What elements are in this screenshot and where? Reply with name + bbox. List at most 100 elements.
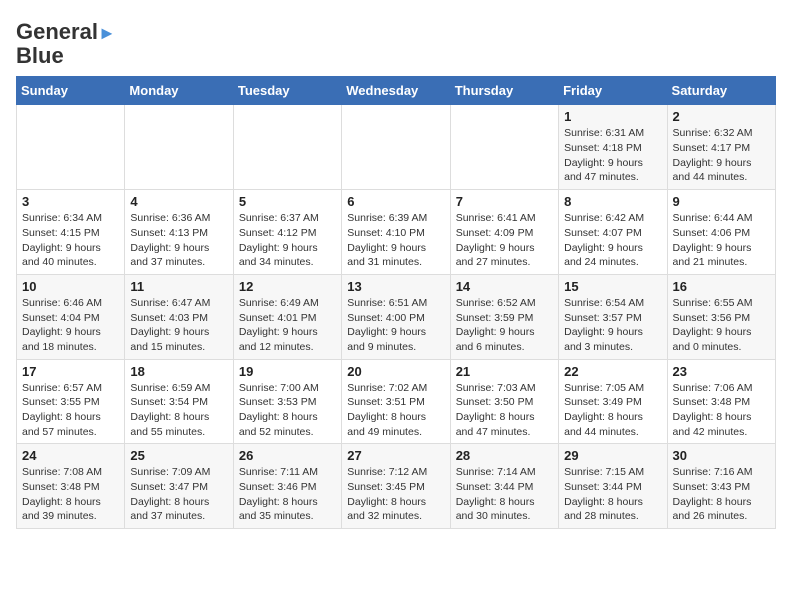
day-info: Sunrise: 6:39 AMSunset: 4:10 PMDaylight:… bbox=[347, 211, 444, 270]
calendar-day-cell: 29Sunrise: 7:15 AMSunset: 3:44 PMDayligh… bbox=[559, 444, 667, 529]
day-info: Sunrise: 7:14 AMSunset: 3:44 PMDaylight:… bbox=[456, 465, 553, 524]
calendar-day-cell: 8 Sunrise: 6:42 AMSunset: 4:07 PMDaylight… bbox=[559, 190, 667, 275]
day-number: 27 bbox=[347, 448, 444, 463]
day-number: 3 bbox=[22, 194, 119, 209]
day-info: Sunrise: 7:11 AMSunset: 3:46 PMDaylight:… bbox=[239, 465, 336, 524]
day-info: Sunrise: 6:57 AMSunset: 3:55 PMDaylight:… bbox=[22, 381, 119, 440]
day-number: 2 bbox=[673, 109, 770, 124]
calendar-day-cell: 17 Sunrise: 6:57 AMSunset: 3:55 PMDayligh… bbox=[17, 359, 125, 444]
logo: General►Blue bbox=[16, 20, 116, 68]
calendar-day-cell: 9 Sunrise: 6:44 AMSunset: 4:06 PMDaylight… bbox=[667, 190, 775, 275]
day-number: 20 bbox=[347, 364, 444, 379]
weekday-header: Friday bbox=[559, 77, 667, 105]
day-info: Sunrise: 6:49 AMSunset: 4:01 PMDaylight:… bbox=[239, 296, 336, 355]
calendar-week-row: 3Sunrise: 6:34 AMSunset: 4:15 PMDaylight… bbox=[17, 190, 776, 275]
calendar-day-cell: 14Sunrise: 6:52 AMSunset: 3:59 PMDayligh… bbox=[450, 274, 558, 359]
day-info: Sunrise: 7:00 AMSunset: 3:53 PMDaylight:… bbox=[239, 381, 336, 440]
day-number: 30 bbox=[673, 448, 770, 463]
calendar-day-cell: 3Sunrise: 6:34 AMSunset: 4:15 PMDaylight… bbox=[17, 190, 125, 275]
day-number: 8 bbox=[564, 194, 661, 209]
weekday-header: Monday bbox=[125, 77, 233, 105]
day-info: Sunrise: 6:42 AMSunset: 4:07 PMDaylight:… bbox=[564, 211, 661, 270]
day-number: 24 bbox=[22, 448, 119, 463]
calendar-week-row: 17 Sunrise: 6:57 AMSunset: 3:55 PMDayligh… bbox=[17, 359, 776, 444]
calendar-day-cell: 20 Sunrise: 7:02 AMSunset: 3:51 PMDayligh… bbox=[342, 359, 450, 444]
day-number: 25 bbox=[130, 448, 227, 463]
day-info: Sunrise: 7:06 AMSunset: 3:48 PMDaylight:… bbox=[673, 381, 770, 440]
calendar-day-cell: 11 Sunrise: 6:47 AMSunset: 4:03 PMDayligh… bbox=[125, 274, 233, 359]
calendar-day-cell: 12 Sunrise: 6:49 AMSunset: 4:01 PMDayligh… bbox=[233, 274, 341, 359]
weekday-header: Thursday bbox=[450, 77, 558, 105]
day-info: Sunrise: 6:47 AMSunset: 4:03 PMDaylight:… bbox=[130, 296, 227, 355]
calendar-day-cell: 1 Sunrise: 6:31 AMSunset: 4:18 PMDaylight… bbox=[559, 105, 667, 190]
day-info: Sunrise: 6:37 AMSunset: 4:12 PMDaylight:… bbox=[239, 211, 336, 270]
calendar-table: SundayMondayTuesdayWednesdayThursdayFrid… bbox=[16, 76, 776, 529]
day-info: Sunrise: 6:51 AMSunset: 4:00 PMDaylight:… bbox=[347, 296, 444, 355]
day-number: 6 bbox=[347, 194, 444, 209]
calendar-day-cell: 2Sunrise: 6:32 AMSunset: 4:17 PMDaylight… bbox=[667, 105, 775, 190]
calendar-day-cell: 28 Sunrise: 7:14 AMSunset: 3:44 PMDayligh… bbox=[450, 444, 558, 529]
calendar-day-cell bbox=[233, 105, 341, 190]
calendar-day-cell: 15 Sunrise: 6:54 AMSunset: 3:57 PMDayligh… bbox=[559, 274, 667, 359]
calendar-day-cell: 5 Sunrise: 6:37 AMSunset: 4:12 PMDaylight… bbox=[233, 190, 341, 275]
header: General►Blue bbox=[16, 16, 776, 68]
day-number: 23 bbox=[673, 364, 770, 379]
day-info: Sunrise: 6:54 AMSunset: 3:57 PMDaylight:… bbox=[564, 296, 661, 355]
calendar-day-cell: 27Sunrise: 7:12 AMSunset: 3:45 PMDayligh… bbox=[342, 444, 450, 529]
day-number: 5 bbox=[239, 194, 336, 209]
weekday-header: Wednesday bbox=[342, 77, 450, 105]
day-number: 16 bbox=[673, 279, 770, 294]
day-number: 1 bbox=[564, 109, 661, 124]
calendar-day-cell: 25 Sunrise: 7:09 AMSunset: 3:47 PMDayligh… bbox=[125, 444, 233, 529]
day-number: 19 bbox=[239, 364, 336, 379]
calendar-day-cell: 7 Sunrise: 6:41 AMSunset: 4:09 PMDaylight… bbox=[450, 190, 558, 275]
calendar-week-row: 1 Sunrise: 6:31 AMSunset: 4:18 PMDaylight… bbox=[17, 105, 776, 190]
day-info: Sunrise: 6:59 AMSunset: 3:54 PMDaylight:… bbox=[130, 381, 227, 440]
day-number: 7 bbox=[456, 194, 553, 209]
day-info: Sunrise: 7:16 AMSunset: 3:43 PMDaylight:… bbox=[673, 465, 770, 524]
logo-text: General►Blue bbox=[16, 20, 116, 68]
day-number: 13 bbox=[347, 279, 444, 294]
day-info: Sunrise: 6:52 AMSunset: 3:59 PMDaylight:… bbox=[456, 296, 553, 355]
day-number: 22 bbox=[564, 364, 661, 379]
day-info: Sunrise: 7:08 AMSunset: 3:48 PMDaylight:… bbox=[22, 465, 119, 524]
day-number: 17 bbox=[22, 364, 119, 379]
calendar-day-cell: 10Sunrise: 6:46 AMSunset: 4:04 PMDayligh… bbox=[17, 274, 125, 359]
calendar-week-row: 24 Sunrise: 7:08 AMSunset: 3:48 PMDayligh… bbox=[17, 444, 776, 529]
calendar-day-cell: 22 Sunrise: 7:05 AMSunset: 3:49 PMDayligh… bbox=[559, 359, 667, 444]
day-number: 11 bbox=[130, 279, 227, 294]
calendar-week-row: 10Sunrise: 6:46 AMSunset: 4:04 PMDayligh… bbox=[17, 274, 776, 359]
calendar-day-cell: 4 Sunrise: 6:36 AMSunset: 4:13 PMDaylight… bbox=[125, 190, 233, 275]
calendar-day-cell bbox=[125, 105, 233, 190]
day-number: 9 bbox=[673, 194, 770, 209]
day-info: Sunrise: 6:46 AMSunset: 4:04 PMDaylight:… bbox=[22, 296, 119, 355]
calendar-day-cell: 30 Sunrise: 7:16 AMSunset: 3:43 PMDayligh… bbox=[667, 444, 775, 529]
day-number: 28 bbox=[456, 448, 553, 463]
day-info: Sunrise: 7:03 AMSunset: 3:50 PMDaylight:… bbox=[456, 381, 553, 440]
day-number: 15 bbox=[564, 279, 661, 294]
day-info: Sunrise: 6:44 AMSunset: 4:06 PMDaylight:… bbox=[673, 211, 770, 270]
calendar-day-cell bbox=[17, 105, 125, 190]
day-number: 4 bbox=[130, 194, 227, 209]
day-info: Sunrise: 6:55 AMSunset: 3:56 PMDaylight:… bbox=[673, 296, 770, 355]
day-number: 12 bbox=[239, 279, 336, 294]
day-number: 18 bbox=[130, 364, 227, 379]
day-info: Sunrise: 7:09 AMSunset: 3:47 PMDaylight:… bbox=[130, 465, 227, 524]
calendar-day-cell: 26 Sunrise: 7:11 AMSunset: 3:46 PMDayligh… bbox=[233, 444, 341, 529]
day-info: Sunrise: 6:36 AMSunset: 4:13 PMDaylight:… bbox=[130, 211, 227, 270]
calendar-day-cell: 6 Sunrise: 6:39 AMSunset: 4:10 PMDaylight… bbox=[342, 190, 450, 275]
day-info: Sunrise: 6:31 AMSunset: 4:18 PMDaylight:… bbox=[564, 126, 661, 185]
weekday-header-row: SundayMondayTuesdayWednesdayThursdayFrid… bbox=[17, 77, 776, 105]
calendar-day-cell: 13 Sunrise: 6:51 AMSunset: 4:00 PMDayligh… bbox=[342, 274, 450, 359]
day-number: 26 bbox=[239, 448, 336, 463]
day-info: Sunrise: 7:02 AMSunset: 3:51 PMDaylight:… bbox=[347, 381, 444, 440]
day-info: Sunrise: 6:41 AMSunset: 4:09 PMDaylight:… bbox=[456, 211, 553, 270]
calendar-day-cell: 21 Sunrise: 7:03 AMSunset: 3:50 PMDayligh… bbox=[450, 359, 558, 444]
calendar-day-cell: 18 Sunrise: 6:59 AMSunset: 3:54 PMDayligh… bbox=[125, 359, 233, 444]
calendar-day-cell: 19 Sunrise: 7:00 AMSunset: 3:53 PMDayligh… bbox=[233, 359, 341, 444]
day-number: 21 bbox=[456, 364, 553, 379]
day-info: Sunrise: 7:15 AMSunset: 3:44 PMDaylight:… bbox=[564, 465, 661, 524]
day-info: Sunrise: 7:05 AMSunset: 3:49 PMDaylight:… bbox=[564, 381, 661, 440]
calendar-day-cell bbox=[342, 105, 450, 190]
weekday-header: Saturday bbox=[667, 77, 775, 105]
